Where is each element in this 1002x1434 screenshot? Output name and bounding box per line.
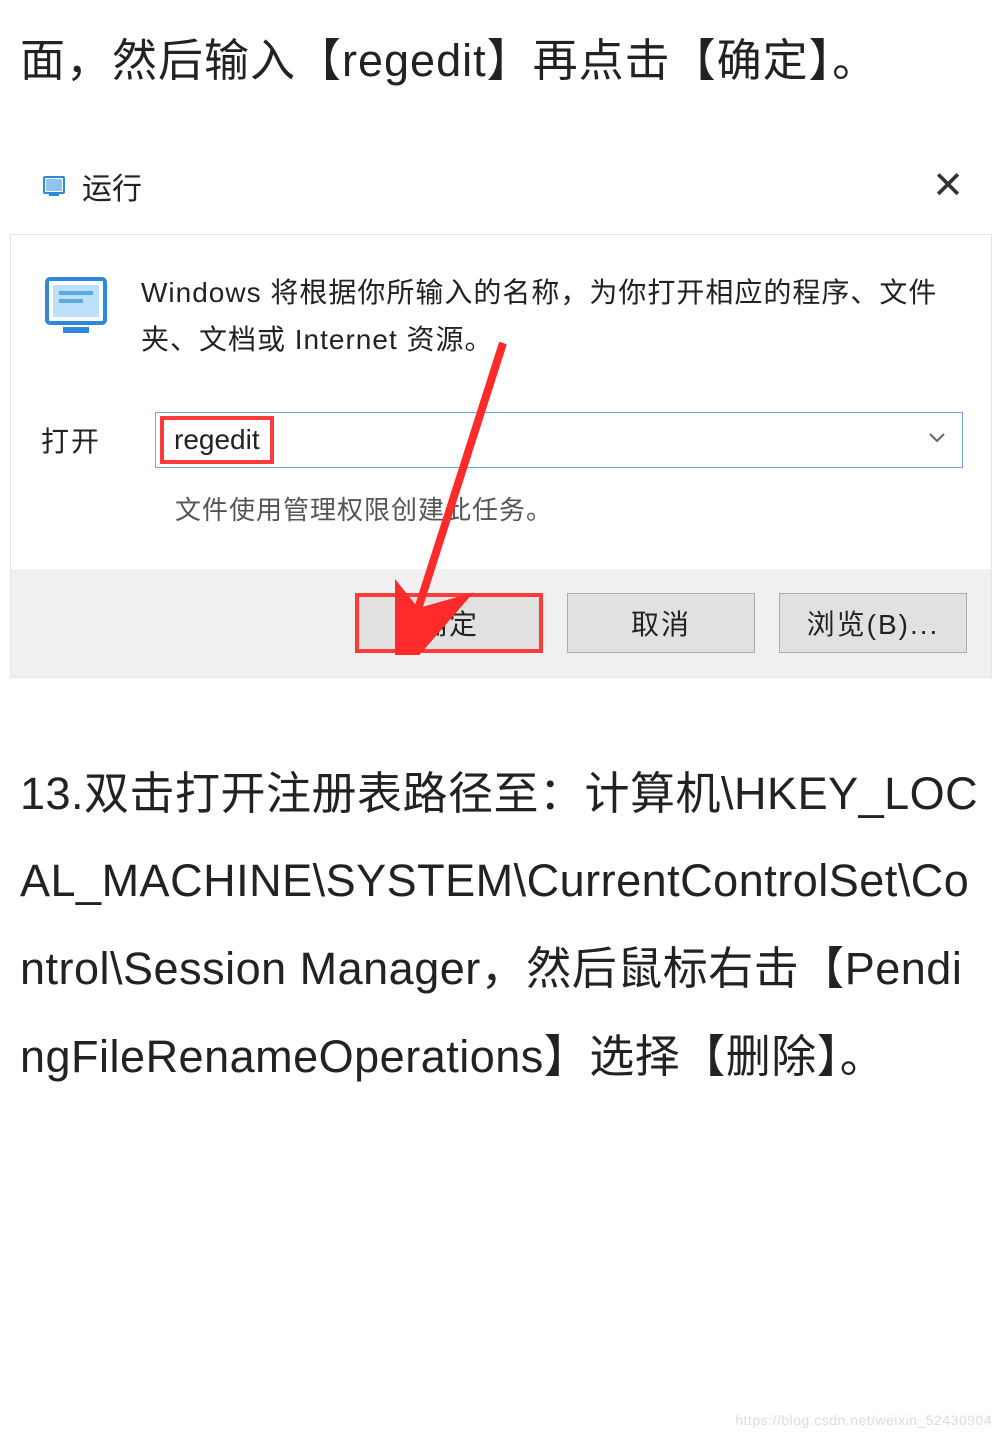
run-dialog-titlebar: 运行 ✕ (10, 156, 992, 216)
input-highlight: regedit (160, 416, 274, 464)
run-command-combobox[interactable]: regedit (155, 412, 963, 468)
run-dialog: 运行 ✕ Windows 将根据你所输入的名称，为你打开相应的程序、文件夹、文档… (10, 156, 992, 678)
run-program-icon (41, 271, 115, 345)
article-top-paragraph: 面，然后输入【regedit】再点击【确定】。 (0, 0, 1002, 104)
run-dialog-title: 运行 (82, 164, 142, 208)
browse-button[interactable]: 浏览(B)... (779, 593, 967, 653)
article-bottom-paragraph: 13.双击打开注册表路径至：计算机\HKEY_LOCAL_MACHINE\SYS… (0, 678, 1002, 1101)
open-field-row: 打开 regedit (41, 412, 963, 468)
cancel-button[interactable]: 取消 (567, 593, 755, 653)
chevron-down-icon[interactable] (928, 431, 946, 449)
admin-privilege-note: 文件使用管理权限创建此任务。 (175, 490, 963, 527)
titlebar-left: 运行 (40, 164, 142, 208)
description-row: Windows 将根据你所输入的名称，为你打开相应的程序、文件夹、文档或 Int… (41, 269, 963, 364)
run-title-icon (40, 172, 68, 200)
close-icon[interactable]: ✕ (926, 163, 970, 209)
open-label: 打开 (41, 420, 101, 460)
watermark-text: https://blog.csdn.net/weixin_52430904 (735, 1412, 992, 1428)
run-dialog-body: Windows 将根据你所输入的名称，为你打开相应的程序、文件夹、文档或 Int… (10, 234, 992, 678)
run-command-input[interactable]: regedit (174, 424, 260, 455)
run-dialog-description: Windows 将根据你所输入的名称，为你打开相应的程序、文件夹、文档或 Int… (141, 269, 963, 364)
ok-button[interactable]: 确定 (355, 593, 543, 653)
dialog-button-bar: 确定 取消 浏览(B)... (11, 569, 991, 677)
